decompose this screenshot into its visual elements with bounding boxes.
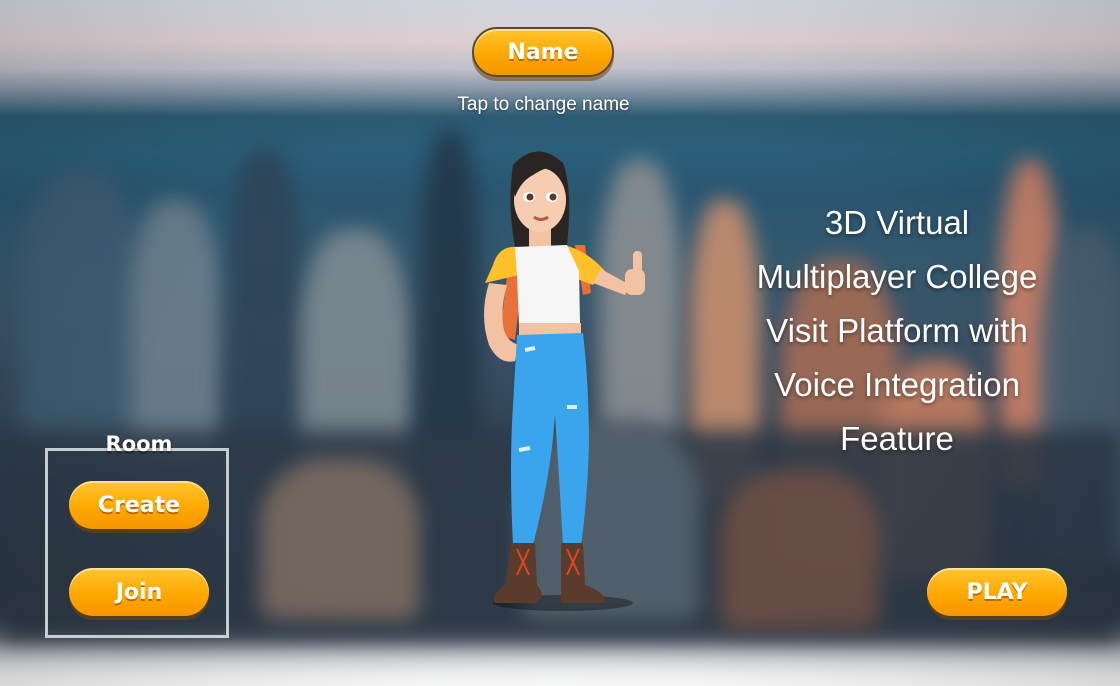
headline-line: Voice Integration: [774, 366, 1020, 403]
name-button[interactable]: Name: [472, 27, 614, 77]
tap-to-change-name-hint: Tap to change name: [457, 94, 630, 115]
headline-line: Feature: [840, 420, 954, 457]
headline-line: Visit Platform with: [766, 312, 1028, 349]
play-button[interactable]: PLAY: [927, 568, 1067, 616]
headline-line: Multiplayer College: [756, 258, 1038, 295]
play-button-label: PLAY: [966, 579, 1028, 605]
headline-line: 3D Virtual: [824, 204, 970, 241]
create-button-label: Create: [97, 492, 181, 518]
game-lobby-screen: Name Tap to change name 3D Virtual Multi…: [0, 0, 1120, 686]
headline-text: 3D Virtual Multiplayer College Visit Pla…: [720, 196, 1074, 466]
create-room-button[interactable]: Create: [69, 481, 209, 529]
avatar-character[interactable]: [455, 145, 685, 615]
room-label: Room: [105, 432, 173, 456]
name-button-label: Name: [507, 39, 579, 65]
join-button-label: Join: [115, 579, 163, 605]
join-room-button[interactable]: Join: [69, 568, 209, 616]
